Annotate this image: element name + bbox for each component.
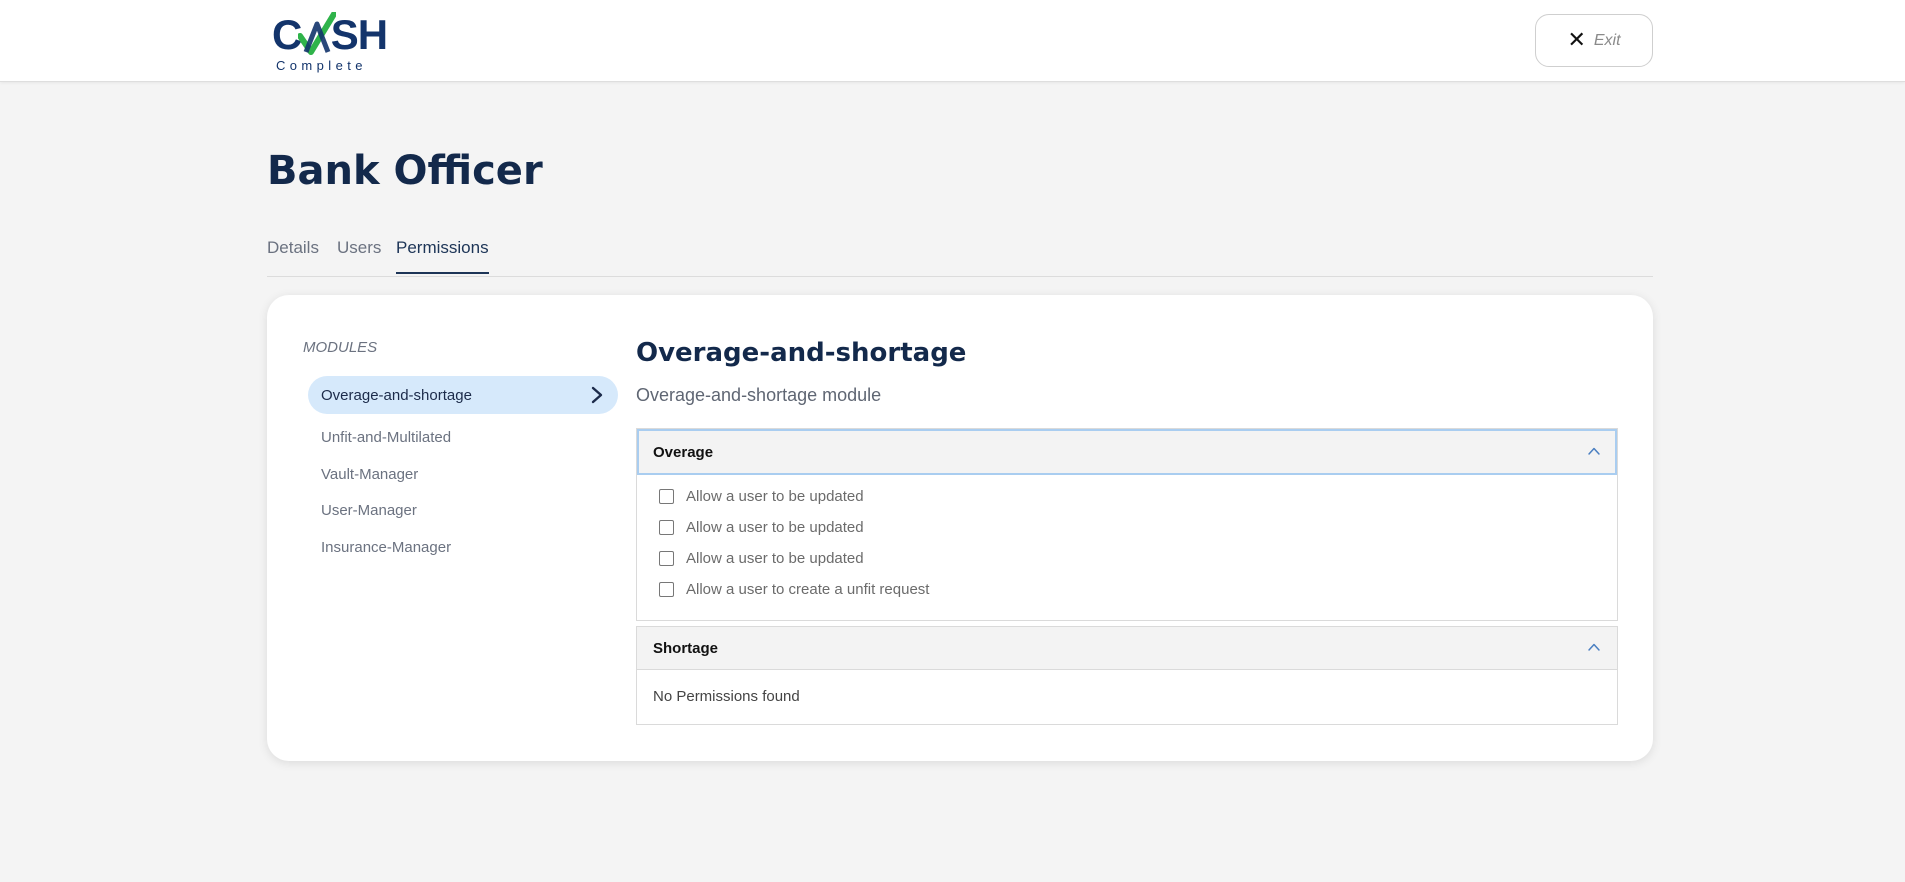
permission-checkbox[interactable] [659,551,674,566]
module-item-vault-manager[interactable]: Vault-Manager [308,455,618,493]
module-item-unfit-and-multilated[interactable]: Unfit-and-Multilated [308,418,618,456]
module-item-label: Insurance-Manager [321,538,452,556]
permission-row: Allow a user to be updated [637,543,1617,574]
no-permissions-message: No Permissions found [637,669,1617,723]
module-title: Overage-and-shortage [636,338,967,368]
permission-list: Allow a user to be updated Allow a user … [637,475,1617,605]
section-title: Overage [653,443,714,461]
section-title: Shortage [653,639,719,657]
permission-label: Allow a user to be updated [686,550,864,567]
module-item-label: Overage-and-shortage [321,386,472,404]
exit-label: Exit [1593,31,1621,49]
permission-checkbox[interactable] [659,582,674,597]
logo-check-icon [298,12,336,55]
close-icon: ✕ [1567,27,1586,53]
chevron-up-icon [1588,447,1600,455]
module-description: Overage-and-shortage module [636,385,882,405]
module-item-overage-and-shortage[interactable]: Overage-and-shortage [308,376,618,414]
top-bar: CASH Complete ✕ Exit [0,0,1905,82]
module-item-label: Vault-Manager [321,465,419,483]
tab-permissions[interactable]: Permissions [396,238,489,274]
exit-button[interactable]: ✕ Exit [1535,14,1653,67]
permission-section-overage: Overage Allow a user to be updated Allow… [636,428,1618,621]
logo-subtitle: Complete [276,58,367,73]
page-title: Bank Officer [267,148,543,194]
tab-users[interactable]: Users [337,238,381,272]
permissions-card: MODULES Overage-and-shortage Unfit-and-M… [267,295,1653,761]
permission-section-shortage: Shortage No Permissions found [636,626,1618,725]
module-item-label: User-Manager [321,501,417,519]
chevron-right-icon [591,386,603,404]
section-header-overage[interactable]: Overage [637,429,1617,475]
module-item-user-manager[interactable]: User-Manager [308,491,618,529]
tab-details[interactable]: Details [267,238,319,272]
modules-heading: MODULES [303,339,378,356]
permission-row: Allow a user to be updated [637,481,1617,512]
permission-row: Allow a user to be updated [637,512,1617,543]
permission-checkbox[interactable] [659,489,674,504]
permission-label: Allow a user to be updated [686,519,864,536]
permission-checkbox[interactable] [659,520,674,535]
permission-row: Allow a user to create a unfit request [637,574,1617,605]
module-item-label: Unfit-and-Multilated [321,428,452,446]
module-item-insurance-manager[interactable]: Insurance-Manager [308,528,618,566]
tab-bar: Details Users Permissions [267,236,1653,277]
permission-label: Allow a user to create a unfit request [686,581,930,598]
cash-complete-logo[interactable]: CASH Complete [272,12,388,74]
permission-label: Allow a user to be updated [686,488,864,505]
section-header-shortage[interactable]: Shortage [637,627,1617,669]
chevron-up-icon [1588,643,1600,651]
